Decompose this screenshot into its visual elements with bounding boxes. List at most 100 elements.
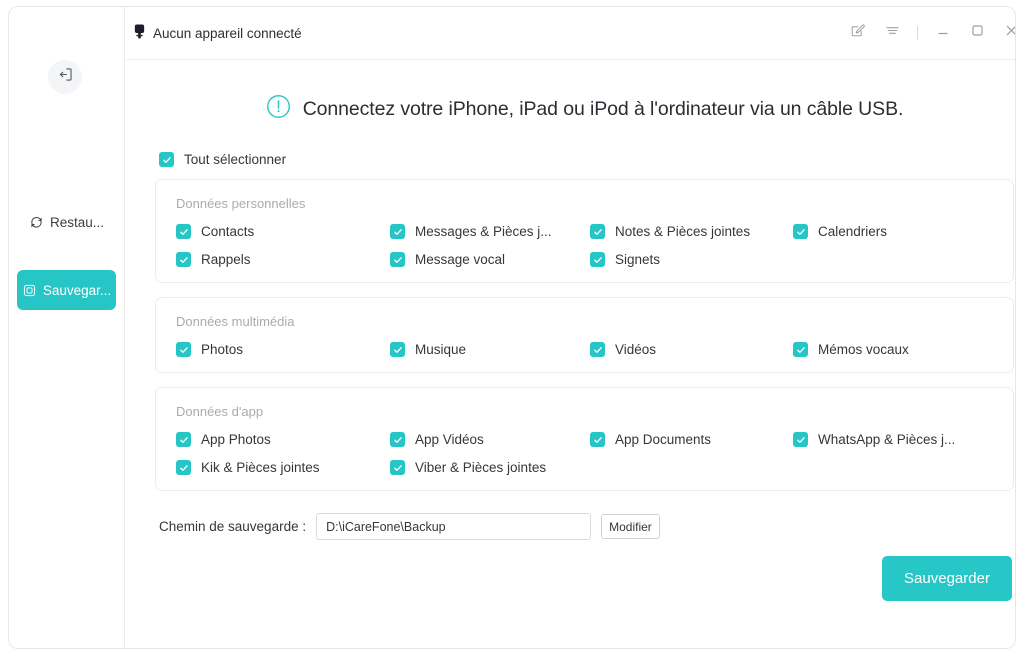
checkbox-label: App Documents: [615, 432, 712, 447]
checkbox-item-reminders[interactable]: Rappels: [176, 252, 390, 267]
sidebar-item-restore[interactable]: Restau...: [17, 202, 116, 242]
sidebar-item-label: Sauvegar...: [42, 282, 112, 298]
checkbox-item-music[interactable]: Musique: [390, 342, 590, 357]
device-status: Aucun appareil connecté: [133, 23, 302, 43]
section-media-data: Données multimédia Photos Musique Vidéos: [155, 297, 1014, 373]
collapse-panel-button[interactable]: [48, 60, 82, 94]
section-title: Données d'app: [176, 404, 264, 419]
restore-refresh-icon: [29, 215, 44, 230]
section-personal-data: Données personnelles Contacts Messages &…: [155, 179, 1014, 283]
checkbox-cell-empty: [590, 460, 793, 475]
checkbox-label: Mémos vocaux: [818, 342, 909, 357]
content-area: Connectez votre iPhone, iPad ou iPod à l…: [125, 60, 1015, 648]
checkbox[interactable]: [390, 342, 405, 357]
checkbox-item-calendars[interactable]: Calendriers: [793, 224, 993, 239]
collapse-panel-icon: [57, 66, 74, 88]
backup-path-label: Chemin de sauvegarde :: [159, 519, 307, 534]
checkbox[interactable]: [176, 252, 191, 267]
sidebar: Restau... Sauvegar...: [9, 7, 125, 648]
device-status-label: Aucun appareil connecté: [153, 25, 302, 41]
feedback-button[interactable]: [841, 18, 875, 48]
section-title: Données multimédia: [176, 314, 295, 329]
checkbox[interactable]: [590, 432, 605, 447]
checkbox-row: Kik & Pièces jointes Viber & Pièces join…: [176, 460, 993, 475]
hamburger-menu-icon: [884, 22, 901, 44]
checkbox-item-voice-memos[interactable]: Mémos vocaux: [793, 342, 993, 357]
checkbox[interactable]: [793, 342, 808, 357]
backup-path-row: Chemin de sauvegarde : Modifier: [159, 513, 1014, 540]
close-button[interactable]: [994, 18, 1015, 48]
minimize-icon: [936, 24, 950, 43]
checkbox[interactable]: [590, 252, 605, 267]
checkbox-row: Contacts Messages & Pièces j... Notes & …: [176, 224, 993, 239]
checkbox-item-kik[interactable]: Kik & Pièces jointes: [176, 460, 390, 475]
checkbox[interactable]: [590, 224, 605, 239]
window-controls: [841, 18, 1015, 48]
checkbox[interactable]: [390, 460, 405, 475]
checkbox[interactable]: [793, 224, 808, 239]
close-icon: [1004, 23, 1015, 43]
checkbox-cell-empty: [793, 460, 993, 475]
edit-feedback-icon: [850, 23, 866, 44]
select-all-row[interactable]: Tout sélectionner: [159, 152, 1014, 167]
sidebar-item-backup[interactable]: Sauvegar...: [17, 270, 116, 310]
checkbox-item-messages[interactable]: Messages & Pièces j...: [390, 224, 590, 239]
connect-banner-text: Connectez votre iPhone, iPad ou iPod à l…: [302, 97, 904, 120]
checkbox-row: Photos Musique Vidéos Mémos vocaux: [176, 342, 993, 357]
checkbox-item-app-videos[interactable]: App Vidéos: [390, 432, 590, 447]
section-title: Données personnelles: [176, 196, 306, 211]
checkbox-item-app-photos[interactable]: App Photos: [176, 432, 390, 447]
checkbox-label: Message vocal: [415, 252, 506, 267]
checkbox-label: Signets: [615, 252, 661, 267]
backup-square-icon: [22, 283, 37, 298]
checkbox[interactable]: [176, 224, 191, 239]
checkbox-label: Photos: [201, 342, 244, 357]
app-window: Restau... Sauvegar... Aucun appareil con…: [8, 6, 1016, 649]
sidebar-item-label: Restau...: [49, 214, 105, 230]
checkbox-item-contacts[interactable]: Contacts: [176, 224, 390, 239]
maximize-icon: [970, 23, 985, 43]
checkbox-cell-empty: [793, 252, 993, 267]
checkbox-label: WhatsApp & Pièces j...: [818, 432, 956, 447]
modify-path-button[interactable]: Modifier: [601, 514, 660, 539]
alert-exclamation-icon: [266, 94, 291, 124]
maximize-button[interactable]: [960, 18, 994, 48]
checkbox-label: Messages & Pièces j...: [415, 224, 552, 239]
checkbox[interactable]: [590, 342, 605, 357]
menu-button[interactable]: [875, 18, 909, 48]
checkbox[interactable]: [390, 224, 405, 239]
checkbox-label: App Vidéos: [415, 432, 484, 447]
checkbox-item-notes[interactable]: Notes & Pièces jointes: [590, 224, 793, 239]
checkbox[interactable]: [176, 460, 191, 475]
checkbox-label: App Photos: [201, 432, 271, 447]
select-all-label: Tout sélectionner: [184, 152, 287, 167]
checkbox-label: Rappels: [201, 252, 251, 267]
action-row: Sauvegarder: [155, 556, 1014, 601]
checkbox-label: Contacts: [201, 224, 255, 239]
titlebar: Aucun appareil connecté: [125, 7, 1015, 60]
select-all-checkbox[interactable]: [159, 152, 174, 167]
sidebar-nav: Restau... Sauvegar...: [9, 202, 124, 338]
checkbox-item-photos[interactable]: Photos: [176, 342, 390, 357]
checkbox-item-app-documents[interactable]: App Documents: [590, 432, 793, 447]
checkbox-row: Rappels Message vocal Signets: [176, 252, 993, 267]
main-panel: Aucun appareil connecté Connectez votre …: [125, 7, 1015, 648]
checkbox-item-videos[interactable]: Vidéos: [590, 342, 793, 357]
usb-connector-icon: [133, 23, 146, 43]
checkbox[interactable]: [176, 432, 191, 447]
titlebar-divider: [917, 26, 918, 40]
checkbox-row: App Photos App Vidéos App Documents What…: [176, 432, 993, 447]
checkbox[interactable]: [176, 342, 191, 357]
checkbox-item-viber[interactable]: Viber & Pièces jointes: [390, 460, 590, 475]
checkbox-label: Kik & Pièces jointes: [201, 460, 320, 475]
minimize-button[interactable]: [926, 18, 960, 48]
checkbox-item-voicemail[interactable]: Message vocal: [390, 252, 590, 267]
checkbox-item-whatsapp[interactable]: WhatsApp & Pièces j...: [793, 432, 993, 447]
checkbox[interactable]: [793, 432, 808, 447]
checkbox-label: Vidéos: [615, 342, 657, 357]
checkbox-item-bookmarks[interactable]: Signets: [590, 252, 793, 267]
checkbox[interactable]: [390, 252, 405, 267]
backup-button[interactable]: Sauvegarder: [882, 556, 1012, 601]
backup-path-input[interactable]: [316, 513, 592, 540]
checkbox[interactable]: [390, 432, 405, 447]
